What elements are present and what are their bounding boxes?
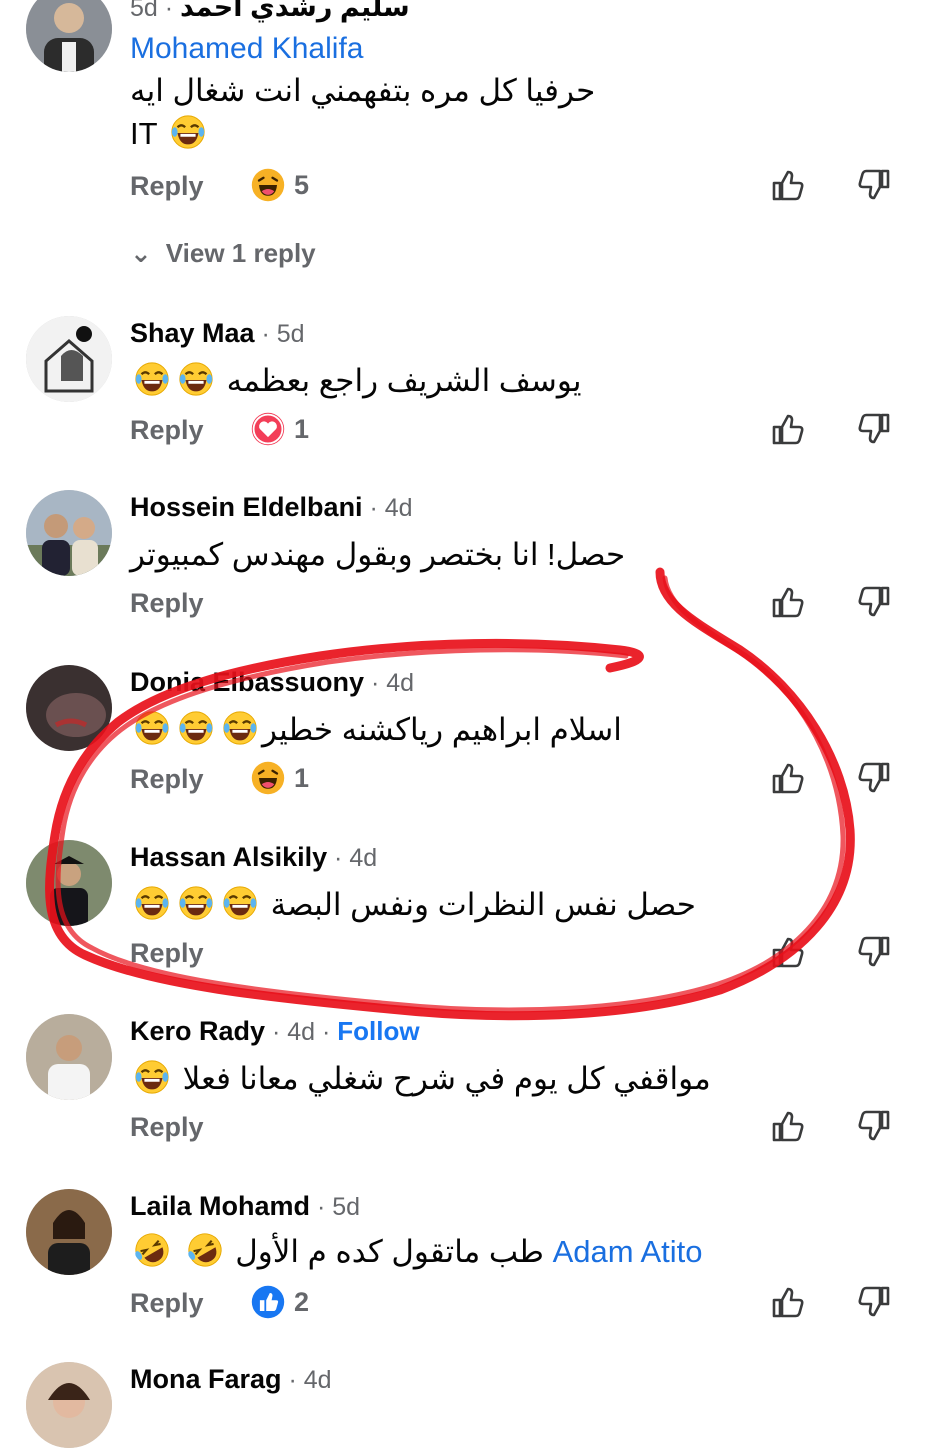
comment-actions: Reply 1: [0, 409, 926, 453]
comment-text: حصل نفس النظرات ونفس البصة: [130, 884, 696, 926]
laughing-tears-icon: [221, 709, 259, 747]
reply-button[interactable]: Reply: [130, 588, 204, 619]
upvote-icon[interactable]: [768, 758, 808, 798]
reply-button[interactable]: Reply: [130, 1288, 204, 1319]
upvote-icon[interactable]: [768, 932, 808, 972]
avatar[interactable]: [26, 0, 112, 72]
reply-button[interactable]: Reply: [130, 415, 204, 446]
comment-author[interactable]: Donia Elbassuony: [130, 667, 364, 697]
comment-actions: Reply: [0, 582, 926, 626]
mention-link[interactable]: Adam Atito: [553, 1234, 703, 1269]
avatar[interactable]: [26, 1189, 112, 1275]
reply-button[interactable]: Reply: [130, 1112, 204, 1143]
reaction-summary[interactable]: 1: [250, 758, 309, 798]
haha-reaction-icon: [250, 167, 286, 203]
avatar[interactable]: [26, 840, 112, 926]
downvote-icon[interactable]: [854, 165, 894, 205]
reply-button[interactable]: Reply: [130, 764, 204, 795]
laughing-tears-icon: [133, 1058, 171, 1096]
red-annotation-scribble: [45, 567, 855, 1021]
laughing-tears-icon: [177, 709, 215, 747]
downvote-icon[interactable]: [854, 932, 894, 972]
laughing-tears-icon: [221, 884, 259, 922]
comment-time: 4d: [386, 669, 415, 697]
haha-reaction-icon: [250, 760, 286, 796]
downvote-icon[interactable]: [854, 409, 894, 449]
comment-author[interactable]: Mohamed Khalifa: [130, 32, 363, 65]
rofl-icon: [186, 1231, 224, 1269]
comment-text: طب ماتقول كده م الأول Adam Atito: [130, 1231, 703, 1273]
comment-text: حرفيا كل مره بتفهمني انت شغال ايه: [130, 73, 596, 108]
comment-time: 5d: [332, 1193, 361, 1221]
comment-text: يوسف الشريف راجع بعظمه: [130, 360, 582, 402]
laughing-tears-icon: [133, 360, 171, 398]
reaction-summary[interactable]: 5: [250, 165, 309, 205]
comment-author[interactable]: Hassan Alsikily: [130, 842, 327, 872]
comment-time: 5d: [130, 0, 158, 22]
comment-time: 4d: [303, 1366, 332, 1394]
comment-author[interactable]: Shay Maa: [130, 318, 255, 348]
laughing-tears-icon: [177, 360, 215, 398]
comment-author[interactable]: Mona Farag: [130, 1364, 282, 1394]
avatar[interactable]: [26, 490, 112, 576]
comment-text-line2: IT: [130, 113, 210, 155]
avatar[interactable]: [26, 1362, 112, 1448]
reply-button[interactable]: Reply: [130, 171, 204, 202]
comment-text: مواقفي كل يوم في شرح شغلي معانا فعلا: [130, 1058, 711, 1100]
chevron-down-icon: ⌄: [130, 238, 152, 268]
follow-button[interactable]: Follow: [337, 1016, 419, 1046]
reply-button[interactable]: Reply: [130, 938, 204, 969]
comment-text: حصل! انا بختصر وبقول مهندس كمبيوتر: [130, 537, 626, 572]
comment-author[interactable]: Kero Rady: [130, 1016, 265, 1046]
comment-actions: Reply: [0, 1106, 926, 1150]
comment-text: اسلام ابراهيم رياكشنه خطير: [130, 709, 622, 751]
downvote-icon[interactable]: [854, 1282, 894, 1322]
avatar[interactable]: [26, 316, 112, 402]
comment-author[interactable]: Hossein Eldelbani: [130, 492, 363, 522]
rofl-icon: [133, 1231, 171, 1269]
comment-actions: Reply: [0, 932, 926, 976]
comment-time: 4d: [384, 494, 413, 522]
upvote-icon[interactable]: [768, 582, 808, 622]
reaction-summary[interactable]: 1: [250, 409, 309, 449]
love-reaction-icon: [250, 411, 286, 447]
laughing-tears-icon: [169, 113, 207, 151]
downvote-icon[interactable]: [854, 582, 894, 622]
reaction-summary[interactable]: 2: [250, 1282, 309, 1322]
laughing-tears-icon: [133, 884, 171, 922]
comment-time: 4d: [349, 844, 378, 872]
comment-author[interactable]: سليم رشدي احمد: [180, 0, 410, 22]
avatar[interactable]: [26, 1014, 112, 1100]
comment-time: 4d: [287, 1018, 316, 1046]
upvote-icon[interactable]: [768, 165, 808, 205]
downvote-icon[interactable]: [854, 1106, 894, 1146]
view-replies-link[interactable]: ⌄ View 1 reply: [130, 238, 316, 269]
comment-actions: Reply 1: [0, 758, 926, 802]
comment-actions: Reply 5: [0, 165, 926, 209]
comment-actions: Reply 2: [0, 1282, 926, 1326]
comment-header: 5d · سليم رشدي احمد: [130, 0, 410, 23]
comment-time: 5d: [276, 320, 305, 348]
downvote-icon[interactable]: [854, 758, 894, 798]
avatar[interactable]: [26, 665, 112, 751]
laughing-tears-icon: [133, 709, 171, 747]
upvote-icon[interactable]: [768, 409, 808, 449]
like-reaction-icon: [250, 1284, 286, 1320]
laughing-tears-icon: [177, 884, 215, 922]
upvote-icon[interactable]: [768, 1106, 808, 1146]
upvote-icon[interactable]: [768, 1282, 808, 1322]
comment-author[interactable]: Laila Mohamd: [130, 1191, 310, 1221]
